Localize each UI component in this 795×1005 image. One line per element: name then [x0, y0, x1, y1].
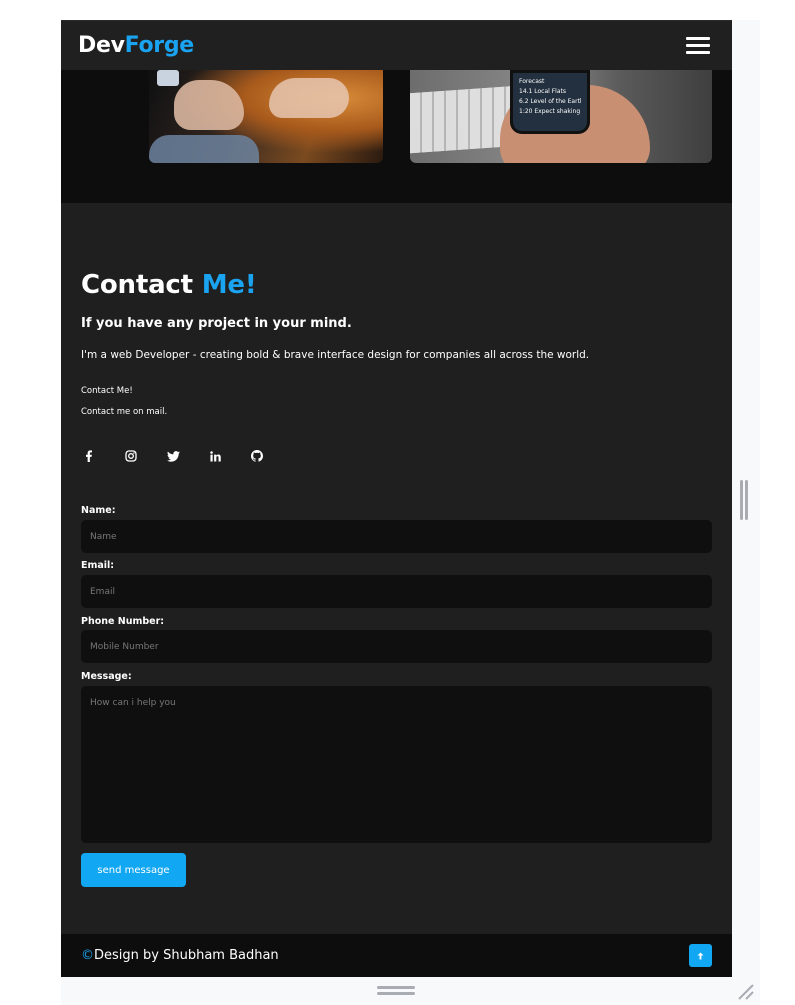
footer-credit-text: Design by Shubham Badhan [94, 948, 279, 963]
logo-part-dev: Dev [78, 33, 125, 58]
copyright-symbol: © [81, 948, 94, 963]
hamburger-menu-icon[interactable] [686, 33, 712, 59]
footer: ©Design by Shubham Badhan [61, 934, 732, 977]
phone-screen-line: Forecast [519, 78, 545, 85]
send-message-button[interactable]: send message [81, 853, 186, 887]
contact-title: Contact Me! [81, 270, 712, 306]
corner-resize-icon[interactable] [736, 983, 756, 1001]
phone-input[interactable] [81, 630, 712, 663]
contact-section: Contact Me! If you have any project in y… [81, 270, 712, 417]
contact-subtitle: If you have any project in your mind. [81, 316, 352, 331]
message-label: Message: [81, 671, 132, 682]
projects-section: Forecast 14.1 Local Flats 6.2 Level of t… [61, 70, 732, 203]
logo-part-forge: Forge [124, 33, 195, 58]
contact-title-part1: Contact [81, 270, 202, 300]
instagram-icon[interactable] [123, 448, 139, 464]
phone-screen-line: 14.1 Local Flats [519, 88, 566, 95]
contact-line-1: Contact Me! [81, 386, 133, 396]
page: DevForge Forecast 14.1 Local Flats 6.2 L… [61, 20, 732, 977]
horizontal-resize-handle[interactable] [377, 986, 415, 998]
github-icon[interactable] [249, 448, 265, 464]
name-label: Name: [81, 505, 116, 516]
contact-title-part2: Me! [201, 270, 257, 300]
project-image-1[interactable] [149, 70, 383, 163]
logo[interactable]: DevForge [78, 33, 194, 58]
phone-screen-line: 1:20 Expect shaking until [519, 108, 581, 115]
name-input[interactable] [81, 520, 712, 553]
linkedin-icon[interactable] [207, 448, 223, 464]
vertical-resize-handle[interactable] [740, 480, 750, 520]
twitter-icon[interactable] [165, 448, 181, 464]
arrow-up-icon[interactable] [689, 944, 712, 967]
message-textarea[interactable] [81, 686, 712, 843]
project-image-2[interactable]: Forecast 14.1 Local Flats 6.2 Level of t… [410, 70, 712, 163]
contact-line-2: Contact me on mail. [81, 407, 168, 417]
contact-description: I'm a web Developer - creating bold & br… [81, 349, 590, 361]
navbar: DevForge [61, 20, 732, 70]
footer-credit: ©Design by Shubham Badhan [81, 948, 279, 963]
social-links [81, 448, 265, 464]
email-label: Email: [81, 560, 115, 571]
phone-label: Phone Number: [81, 616, 165, 627]
phone-screen: Forecast 14.1 Local Flats 6.2 Level of t… [510, 70, 590, 134]
email-input[interactable] [81, 575, 712, 608]
phone-screen-line: 6.2 Level of the Earthquake [519, 98, 581, 105]
facebook-icon[interactable] [81, 448, 97, 464]
